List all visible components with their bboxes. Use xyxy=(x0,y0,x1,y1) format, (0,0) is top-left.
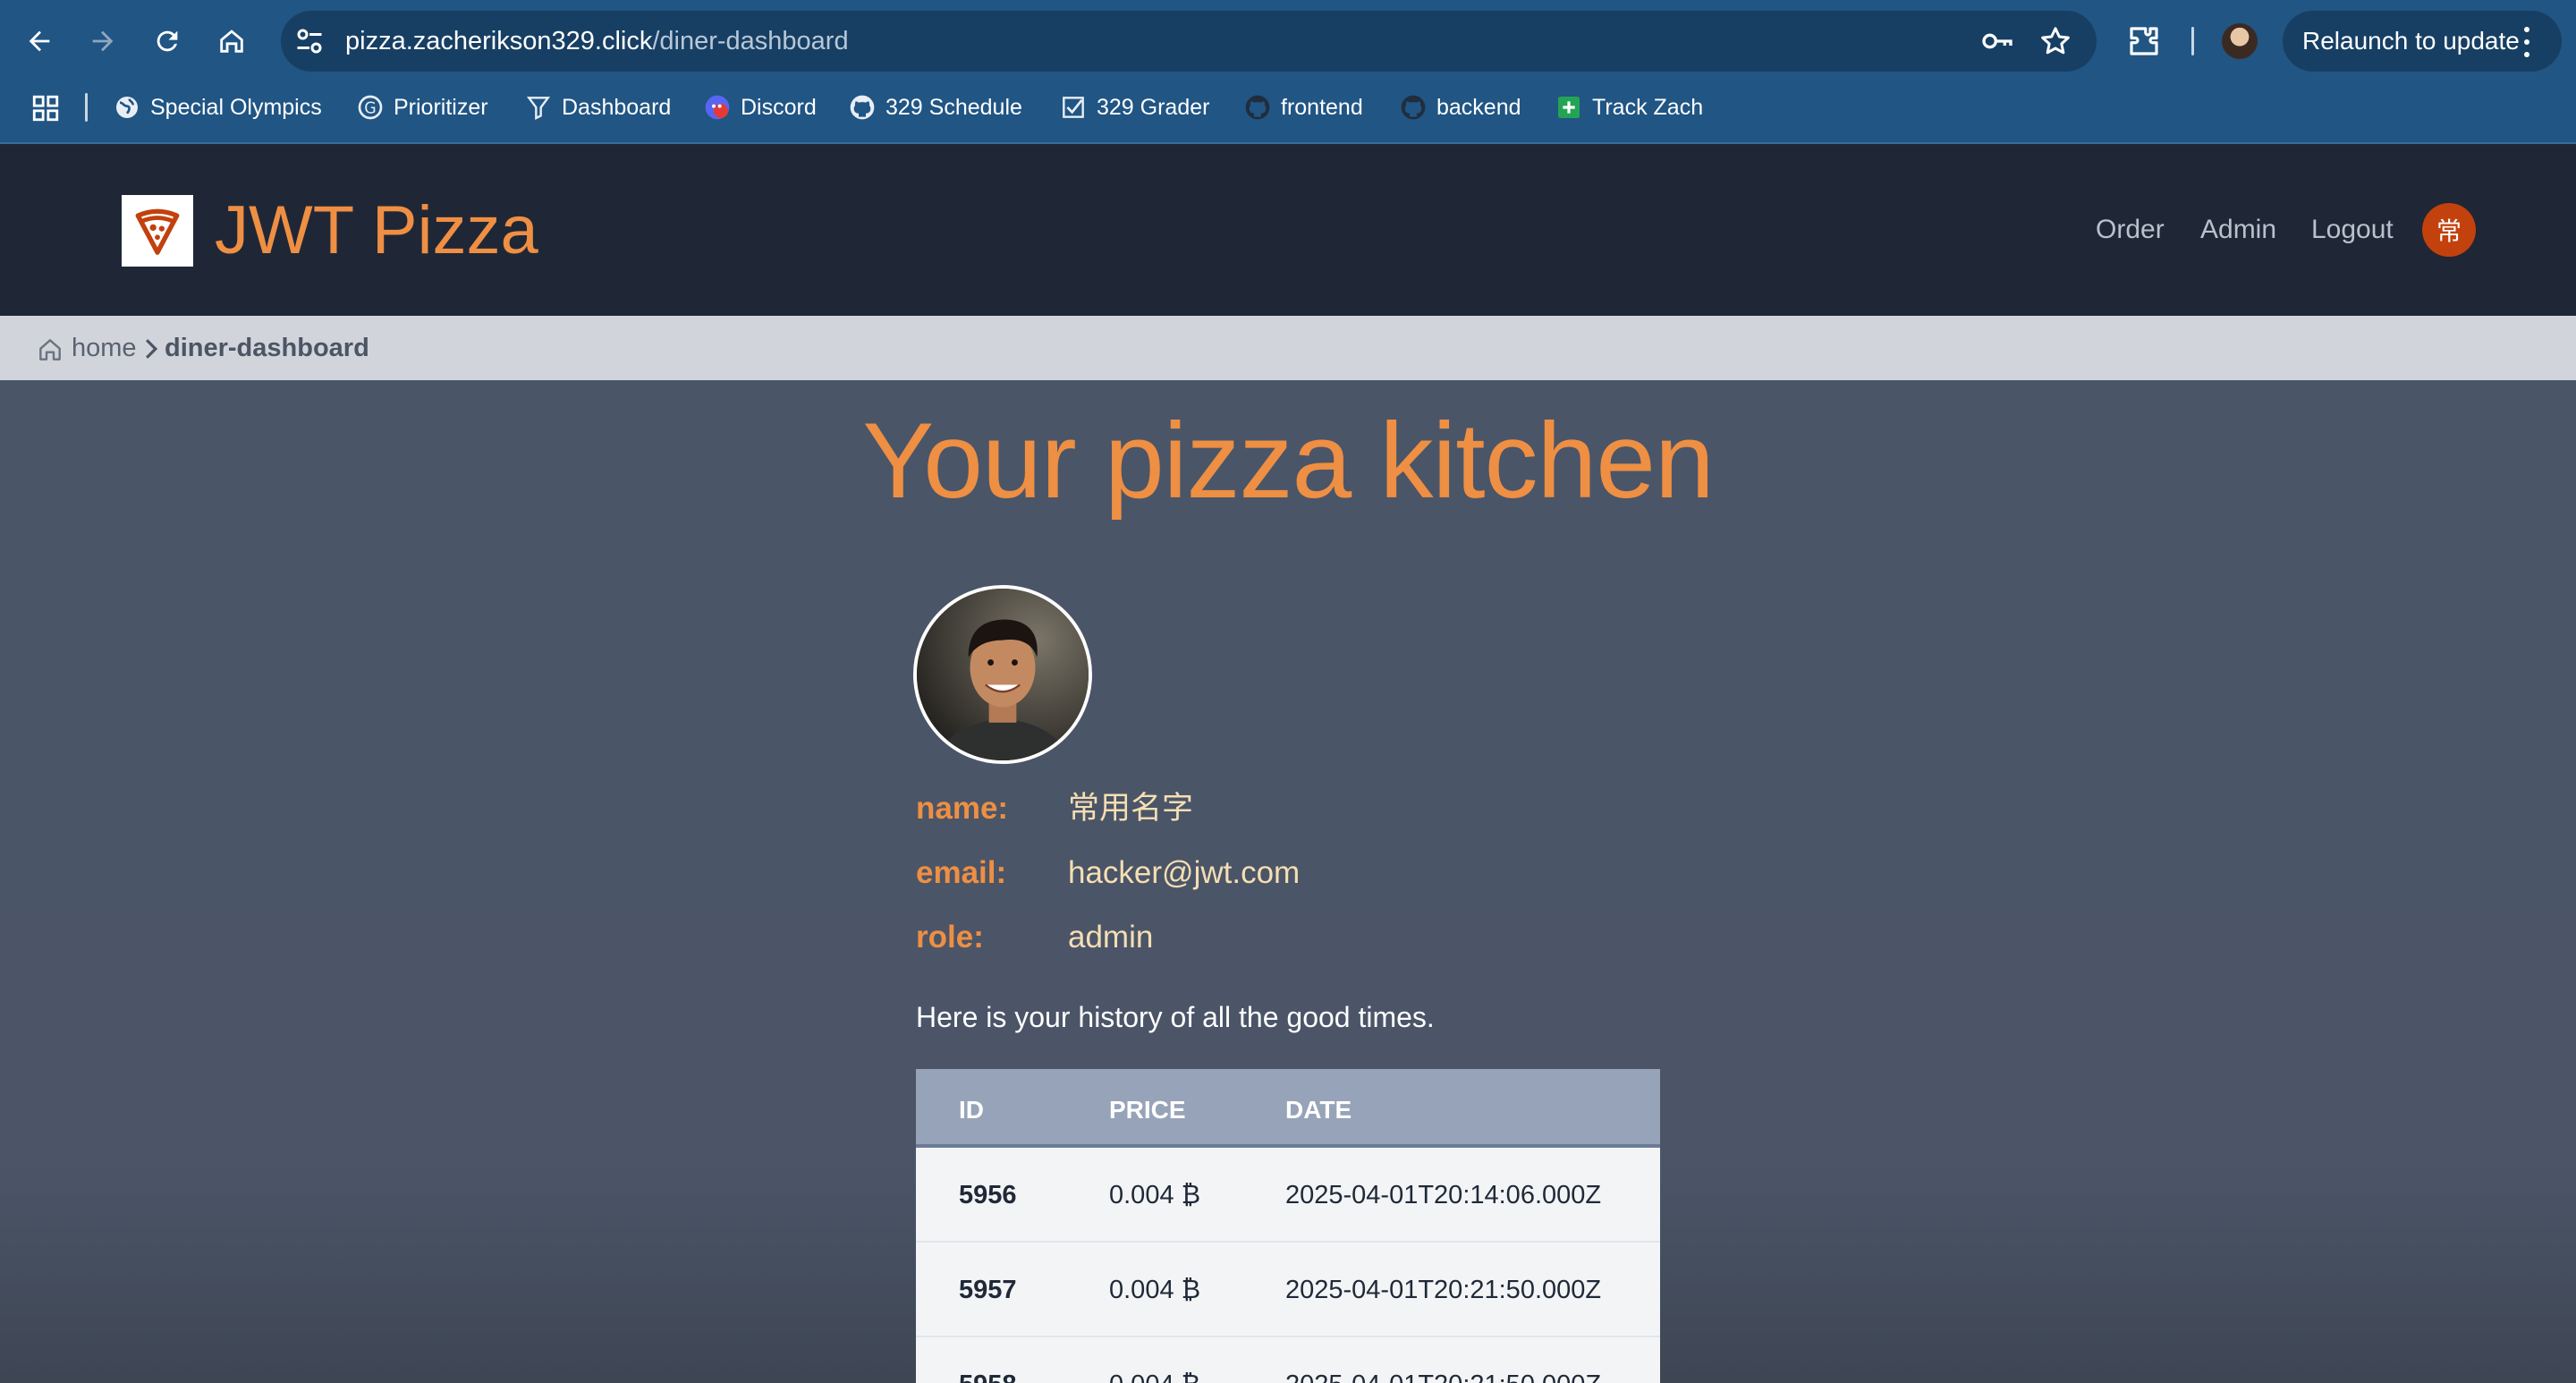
svg-text:G: G xyxy=(364,100,376,118)
order-price: 0.004 ₿ xyxy=(1109,1276,1201,1304)
github-icon xyxy=(848,93,877,122)
bookmark-label: Dashboard xyxy=(562,94,672,120)
brand-title[interactable]: JWT Pizza xyxy=(215,191,538,271)
order-id: 5957 xyxy=(959,1276,1017,1304)
order-date: 2025-04-01T20:21:50.000Z xyxy=(1285,1276,1602,1304)
browser-menu-icon[interactable] xyxy=(2522,27,2531,57)
order-date: 2025-04-01T20:14:06.000Z xyxy=(1285,1181,1602,1209)
url-text[interactable]: pizza.zacherikson329.click/diner-dashboa… xyxy=(345,23,849,59)
role-label: role: xyxy=(916,920,984,955)
url-path: /diner-dashboard xyxy=(652,27,849,55)
breadcrumb-home-icon xyxy=(39,339,61,361)
order-id: 5956 xyxy=(959,1181,1017,1209)
pizza-logo-icon[interactable] xyxy=(122,195,193,267)
page-title: Your pizza kitchen xyxy=(862,401,1715,521)
bookmark-prioritizer[interactable]: G Prioritizer xyxy=(356,86,488,129)
bookmark-track-zach[interactable]: Track Zach xyxy=(1555,86,1703,129)
bookmark-label: backend xyxy=(1436,94,1521,120)
profile-photo xyxy=(913,585,1092,764)
bookmark-label: Track Zach xyxy=(1592,94,1704,120)
order-id: 5958 xyxy=(959,1368,1017,1383)
reload-icon xyxy=(157,30,178,52)
bookmark-label: Special Olympics xyxy=(150,94,322,120)
history-text: Here is your history of all the good tim… xyxy=(916,1001,1435,1033)
email-value: hacker@jwt.com xyxy=(1068,855,1301,890)
bookmark-label: 329 Grader xyxy=(1097,94,1210,120)
key-icon[interactable] xyxy=(1979,23,2015,59)
home-icon xyxy=(220,30,243,53)
back-arrow-icon xyxy=(29,30,50,52)
bookmarks-separator xyxy=(85,93,88,122)
nav-admin-link[interactable]: Admin xyxy=(2200,212,2276,248)
profile-avatar[interactable] xyxy=(2222,23,2258,59)
column-header-id: ID xyxy=(959,1096,984,1124)
globe-icon xyxy=(113,93,141,122)
bookmark-frontend[interactable]: frontend xyxy=(1243,86,1363,129)
table-header: ID PRICE DATE xyxy=(916,1069,1660,1148)
nav-order-link[interactable]: Order xyxy=(2096,212,2165,248)
site-header: JWT Pizza Order Admin Logout 常 xyxy=(0,144,2576,316)
role-value: admin xyxy=(1068,920,1154,955)
bookmark-label: 329 Schedule xyxy=(886,94,1022,120)
name-label: name: xyxy=(916,791,1009,826)
site-settings-icon[interactable] xyxy=(293,25,326,57)
column-header-date: DATE xyxy=(1285,1096,1352,1124)
table-row: 5958 0.004 ₿ 2025-04-01T20:21:50.000Z xyxy=(916,1337,1660,1383)
orders-table: ID PRICE DATE 5956 0.004 ₿ 2025-04-01T20… xyxy=(916,1069,1660,1383)
main-content: Your pizza kitchen name: 常用名字 email: hac… xyxy=(0,380,2576,1383)
table-row: 5957 0.004 ₿ 2025-04-01T20:21:50.000Z xyxy=(916,1243,1660,1337)
back-button[interactable] xyxy=(18,20,61,63)
relaunch-button[interactable]: Relaunch to update xyxy=(2283,11,2562,72)
bookmark-label: Discord xyxy=(741,94,817,120)
user-initial-badge[interactable]: 常 xyxy=(2422,203,2476,257)
order-price: 0.004 ₿ xyxy=(1109,1368,1200,1383)
home-button[interactable] xyxy=(210,20,253,63)
nav-logout-link[interactable]: Logout xyxy=(2311,212,2394,248)
extensions-icon[interactable] xyxy=(2125,22,2163,60)
name-value: 常用名字 xyxy=(1068,791,1194,826)
order-price: 0.004 ₿ xyxy=(1109,1181,1201,1209)
bookmark-backend[interactable]: backend xyxy=(1399,86,1521,129)
forward-arrow-icon xyxy=(92,30,114,52)
filter-icon xyxy=(524,93,553,122)
reload-button[interactable] xyxy=(146,20,189,63)
bookmark-329-grader[interactable]: 329 Grader xyxy=(1059,86,1209,129)
breadcrumb-home-link[interactable]: home xyxy=(72,332,137,364)
bookmark-label: frontend xyxy=(1281,94,1363,120)
bookmark-star-icon[interactable] xyxy=(2038,23,2073,59)
prioritizer-icon: G xyxy=(356,93,385,122)
breadcrumb: home diner-dashboard xyxy=(0,316,2576,380)
checkbox-icon xyxy=(1059,93,1088,122)
chevron-right-icon xyxy=(145,339,158,359)
table-row: 5956 0.004 ₿ 2025-04-01T20:14:06.000Z xyxy=(916,1148,1660,1243)
bookmark-329-schedule[interactable]: 329 Schedule xyxy=(848,86,1022,129)
bookmark-label: Prioritizer xyxy=(394,94,488,120)
discord-icon xyxy=(703,93,732,122)
apps-grid-icon[interactable] xyxy=(30,93,61,123)
bookmark-special-olympics[interactable]: Special Olympics xyxy=(113,86,322,129)
github-icon xyxy=(1399,93,1428,122)
column-header-price: PRICE xyxy=(1109,1096,1186,1124)
order-date: 2025-04-01T20:21:50.000Z xyxy=(1285,1368,1601,1383)
forward-button[interactable] xyxy=(81,20,124,63)
github-icon xyxy=(1243,93,1272,122)
breadcrumb-current: diner-dashboard xyxy=(165,334,369,362)
email-label: email: xyxy=(916,855,1007,890)
bookmark-dashboard[interactable]: Dashboard xyxy=(524,86,671,129)
relaunch-label: Relaunch to update xyxy=(2302,27,2520,55)
bookmarks-bar: Special Olympics G Prioritizer Dashboard… xyxy=(0,86,2576,129)
plus-icon xyxy=(1555,93,1583,122)
bookmark-discord[interactable]: Discord xyxy=(703,86,817,129)
url-host: pizza.zacherikson329.click xyxy=(345,27,653,55)
toolbar-separator xyxy=(2191,27,2194,55)
